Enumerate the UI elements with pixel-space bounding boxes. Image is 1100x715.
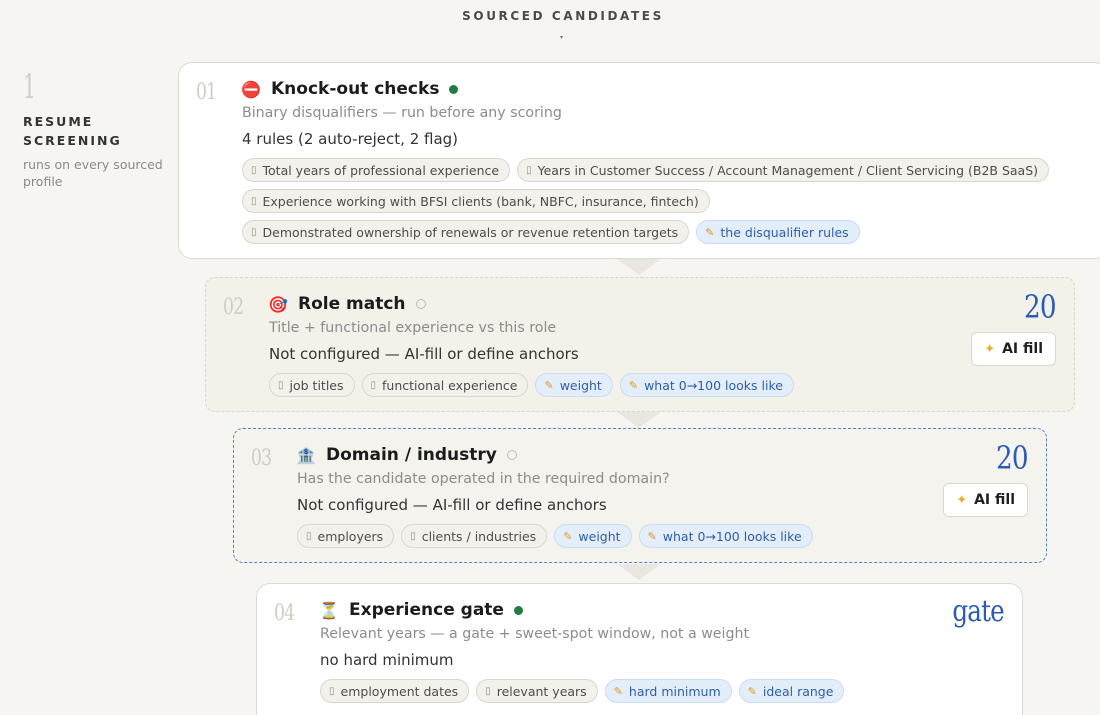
card-status: 4 rules (2 auto-reject, 2 flag) <box>242 130 459 148</box>
document-icon: ▯ <box>370 379 377 391</box>
document-icon: ▯ <box>329 685 335 697</box>
stage-subtitle: runs on every sourced profile <box>23 157 163 189</box>
card-description: Title + functional experience vs this ro… <box>269 320 557 336</box>
rule-chip[interactable]: ▯ Total years of professional experience <box>242 158 511 182</box>
rule-chip[interactable]: ▯ Demonstrated ownership of renewals or r… <box>242 220 690 244</box>
sourced-candidates-label: SOURCED CANDIDATES <box>462 9 664 23</box>
edit-weight-chip[interactable]: ✎ weight <box>554 524 632 548</box>
ai-fill-button[interactable]: ✦ AI fill <box>971 332 1056 366</box>
stage-title: RESUME SCREENING <box>23 114 122 148</box>
sparkles-icon: ✦ <box>984 341 996 357</box>
edit-weight-chip[interactable]: ✎ weight <box>535 373 613 397</box>
ai-fill-button[interactable]: ✦ AI fill <box>943 483 1028 517</box>
edit-hard-minimum-chip[interactable]: ✎ hard minimum <box>604 679 732 703</box>
rule-chip[interactable]: ▯ Years in Customer Success / Account Man… <box>517 158 1050 182</box>
hourglass-icon: ⏳ <box>319 600 339 620</box>
inactive-status-dot <box>415 299 426 309</box>
document-icon: ▯ <box>410 530 416 542</box>
knockout-checks-card[interactable]: 01 ⛔ Knock-out checks Binary disqualifie… <box>178 62 1100 259</box>
card-index: 03 <box>251 446 272 471</box>
card-status: Not configured — AI-fill or define ancho… <box>269 345 579 363</box>
field-chip[interactable]: ▯ clients / industries <box>401 524 548 548</box>
card-index: 01 <box>196 80 217 105</box>
edit-ideal-range-chip[interactable]: ✎ ideal range <box>738 679 845 703</box>
card-description: Relevant years — a gate + sweet-spot win… <box>320 626 750 642</box>
weight-score: 20 <box>996 439 1029 477</box>
field-chip[interactable]: ▯ employers <box>297 524 395 548</box>
bank-icon: 🏦 <box>296 445 316 465</box>
card-status: no hard minimum <box>320 651 454 669</box>
document-icon: ▯ <box>251 195 257 207</box>
pencil-icon: ✎ <box>563 529 573 543</box>
edit-anchors-chip[interactable]: ✎ what 0→100 looks like <box>638 524 813 548</box>
field-chip[interactable]: ▯ relevant years <box>476 679 598 703</box>
pencil-icon: ✎ <box>647 529 657 543</box>
card-index: 02 <box>223 295 244 320</box>
document-icon: ▯ <box>485 685 491 697</box>
target-icon: 🎯 <box>268 294 288 314</box>
pencil-icon: ✎ <box>628 378 639 392</box>
card-title: Knock-out checks <box>271 79 440 99</box>
field-chip[interactable]: ▯ functional experience <box>361 373 529 397</box>
weight-score: 20 <box>1024 288 1057 326</box>
field-chip[interactable]: ▯ job titles <box>269 373 355 397</box>
sparkles-icon: ✦ <box>956 492 968 508</box>
document-icon: ▯ <box>306 530 312 542</box>
role-match-card[interactable]: 02 🎯 Role match Title + functional exper… <box>205 277 1075 412</box>
document-icon: ▯ <box>526 164 532 176</box>
edit-disqualifier-rules-chip[interactable]: ✎ the disqualifier rules <box>696 220 860 244</box>
connector-arrow <box>617 564 661 580</box>
edit-anchors-chip[interactable]: ✎ what 0→100 looks like <box>619 373 794 397</box>
connector-arrow <box>617 412 661 428</box>
card-title: Experience gate <box>349 600 504 620</box>
stage-number: 1 <box>23 67 36 107</box>
pencil-icon: ✎ <box>705 225 715 239</box>
document-icon: ▯ <box>251 226 257 238</box>
card-description: Has the candidate operated in the requir… <box>297 471 670 487</box>
no-entry-icon: ⛔ <box>241 79 261 99</box>
card-description: Binary disqualifiers — run before any sc… <box>242 105 562 121</box>
chevron-down-icon: ▾ <box>560 34 564 41</box>
rule-chip[interactable]: ▯ Experience working with BFSI clients (b… <box>242 189 710 213</box>
domain-industry-card[interactable]: 03 🏦 Domain / industry Has the candidate… <box>233 428 1047 563</box>
pencil-icon: ✎ <box>613 684 623 698</box>
field-chip[interactable]: ▯ employment dates <box>320 679 470 703</box>
active-status-dot <box>513 605 523 615</box>
connector-arrow <box>617 259 661 275</box>
inactive-status-dot <box>506 450 517 460</box>
card-status: Not configured — AI-fill or define ancho… <box>297 496 607 514</box>
document-icon: ▯ <box>278 379 284 391</box>
experience-gate-card[interactable]: 04 ⏳ Experience gate Relevant years — a … <box>256 583 1023 715</box>
card-index: 04 <box>274 601 295 626</box>
gate-label: gate <box>952 594 1004 629</box>
card-title: Role match <box>298 294 406 314</box>
pencil-icon: ✎ <box>747 684 757 698</box>
card-title: Domain / industry <box>326 445 497 465</box>
active-status-dot <box>449 84 459 94</box>
stage-panel: 1 RESUME SCREENING runs on every sourced… <box>23 70 173 190</box>
pencil-icon: ✎ <box>544 378 554 392</box>
document-icon: ▯ <box>251 164 257 176</box>
